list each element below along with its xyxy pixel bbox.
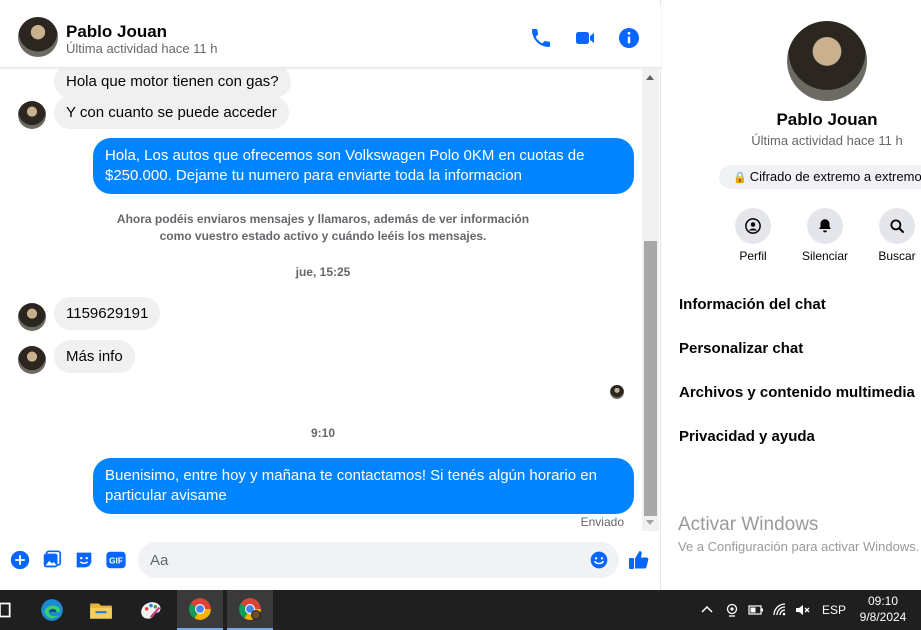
message-row: Buenisimo, entre hoy y mañana te contact…: [0, 458, 642, 514]
seen-indicator-avatar: [610, 385, 624, 399]
gif-icon[interactable]: GIF: [105, 549, 127, 571]
system-clock[interactable]: 09:10 9/8/2024: [852, 593, 914, 625]
contact-avatar[interactable]: [18, 17, 58, 57]
incoming-message-bubble[interactable]: Hola que motor tienen con gas?: [54, 69, 291, 98]
chat-header: Pablo Jouan Última actividad hace 11 h: [0, 6, 661, 68]
phone-icon[interactable]: [529, 26, 553, 50]
chevron-up-icon[interactable]: [699, 602, 715, 618]
message-scrollbar[interactable]: [642, 69, 659, 531]
message-list[interactable]: Hola que motor tienen con gas? Y con cua…: [0, 69, 642, 531]
outgoing-message-bubble[interactable]: Buenisimo, entre hoy y mañana te contact…: [93, 458, 634, 514]
contact-info-pane: Pablo Jouan Última actividad hace 11 h 🔒…: [662, 0, 921, 590]
incoming-message-bubble[interactable]: 1159629191: [54, 297, 161, 330]
menu-privacy-help[interactable]: Privacidad y ayuda: [679, 428, 815, 445]
scroll-thumb[interactable]: [644, 241, 657, 516]
contact-status: Última actividad hace 11 h: [66, 41, 218, 56]
message-row: 1159629191: [0, 297, 642, 333]
profile-status: Última actividad hace 11 h: [751, 133, 903, 148]
menu-media-files[interactable]: Archivos y contenido multimedia: [679, 384, 915, 401]
timestamp: jue, 15:25: [295, 265, 351, 279]
windows-taskbar: ESP 09:10 9/8/2024: [0, 590, 921, 630]
menu-customize-chat[interactable]: Personalizar chat: [679, 340, 803, 357]
scroll-up-arrow[interactable]: [646, 75, 654, 80]
scroll-down-arrow[interactable]: [646, 520, 654, 525]
wifi-icon[interactable]: [772, 602, 788, 618]
sticker-icon[interactable]: [73, 549, 95, 571]
message-row: Y con cuanto se puede acceder: [0, 96, 642, 132]
sender-avatar[interactable]: [18, 346, 46, 374]
timestamp: 9:10: [310, 426, 336, 440]
profile-label: Perfil: [739, 249, 767, 263]
incoming-message-bubble[interactable]: Y con cuanto se puede acceder: [54, 96, 289, 129]
lock-icon: 🔒: [733, 172, 747, 184]
profile-icon: [735, 208, 771, 244]
contact-name[interactable]: Pablo Jouan: [66, 22, 167, 42]
activate-windows-title: Activar Windows: [678, 514, 819, 535]
sender-avatar[interactable]: [18, 101, 46, 129]
message-input[interactable]: [138, 542, 619, 578]
bell-icon: [807, 208, 843, 244]
profile-name: Pablo Jouan: [776, 110, 878, 129]
emoji-icon[interactable]: [589, 550, 609, 570]
sender-avatar[interactable]: [18, 303, 46, 331]
profile-avatar[interactable]: [787, 21, 867, 101]
encryption-badge[interactable]: 🔒 Cifrado de extremo a extremo: [719, 165, 921, 189]
sent-status: Enviado: [580, 515, 624, 529]
file-explorer-icon[interactable]: [78, 590, 124, 630]
incoming-message-bubble[interactable]: Más info: [54, 340, 135, 373]
menu-chat-info[interactable]: Información del chat: [679, 296, 826, 313]
search-button[interactable]: Buscar: [862, 208, 921, 263]
mute-button[interactable]: Silenciar: [790, 208, 860, 263]
message-row: Más info: [0, 340, 642, 376]
chrome-icon[interactable]: [177, 590, 223, 630]
activate-windows-subtitle: Ve a Configuración para activar Windows.: [678, 539, 920, 554]
gallery-icon[interactable]: [41, 549, 63, 571]
clock-time: 09:10: [867, 594, 899, 608]
plus-icon[interactable]: [9, 549, 31, 571]
edge-icon[interactable]: [29, 590, 75, 630]
paint-icon[interactable]: [128, 590, 174, 630]
outgoing-message-bubble[interactable]: Hola, Los autos que ofrecemos son Volksw…: [93, 138, 634, 194]
video-call-icon[interactable]: [573, 26, 597, 50]
chrome-profile-icon[interactable]: [227, 590, 273, 630]
language-indicator[interactable]: ESP: [822, 603, 846, 619]
mute-label: Silenciar: [801, 249, 849, 263]
volume-muted-icon[interactable]: [795, 602, 811, 618]
composer: GIF: [0, 538, 661, 584]
like-icon[interactable]: [627, 548, 651, 572]
search-label: Buscar: [878, 249, 916, 263]
task-view-icon[interactable]: [0, 590, 16, 630]
webcam-icon[interactable]: [724, 602, 740, 618]
info-icon[interactable]: [617, 26, 641, 50]
system-notice: Ahora podéis enviaros mensajes y llamaro…: [116, 212, 530, 243]
message-row: Hola, Los autos que ofrecemos son Volksw…: [0, 138, 642, 194]
chat-pane: Pablo Jouan Última actividad hace 11 h H…: [0, 0, 661, 590]
encryption-label: Cifrado de extremo a extremo: [749, 169, 921, 184]
battery-icon[interactable]: [748, 602, 764, 618]
profile-button[interactable]: Perfil: [718, 208, 788, 263]
clock-date: 9/8/2024: [859, 610, 907, 624]
search-icon: [879, 208, 915, 244]
gif-label: GIF: [109, 557, 123, 566]
